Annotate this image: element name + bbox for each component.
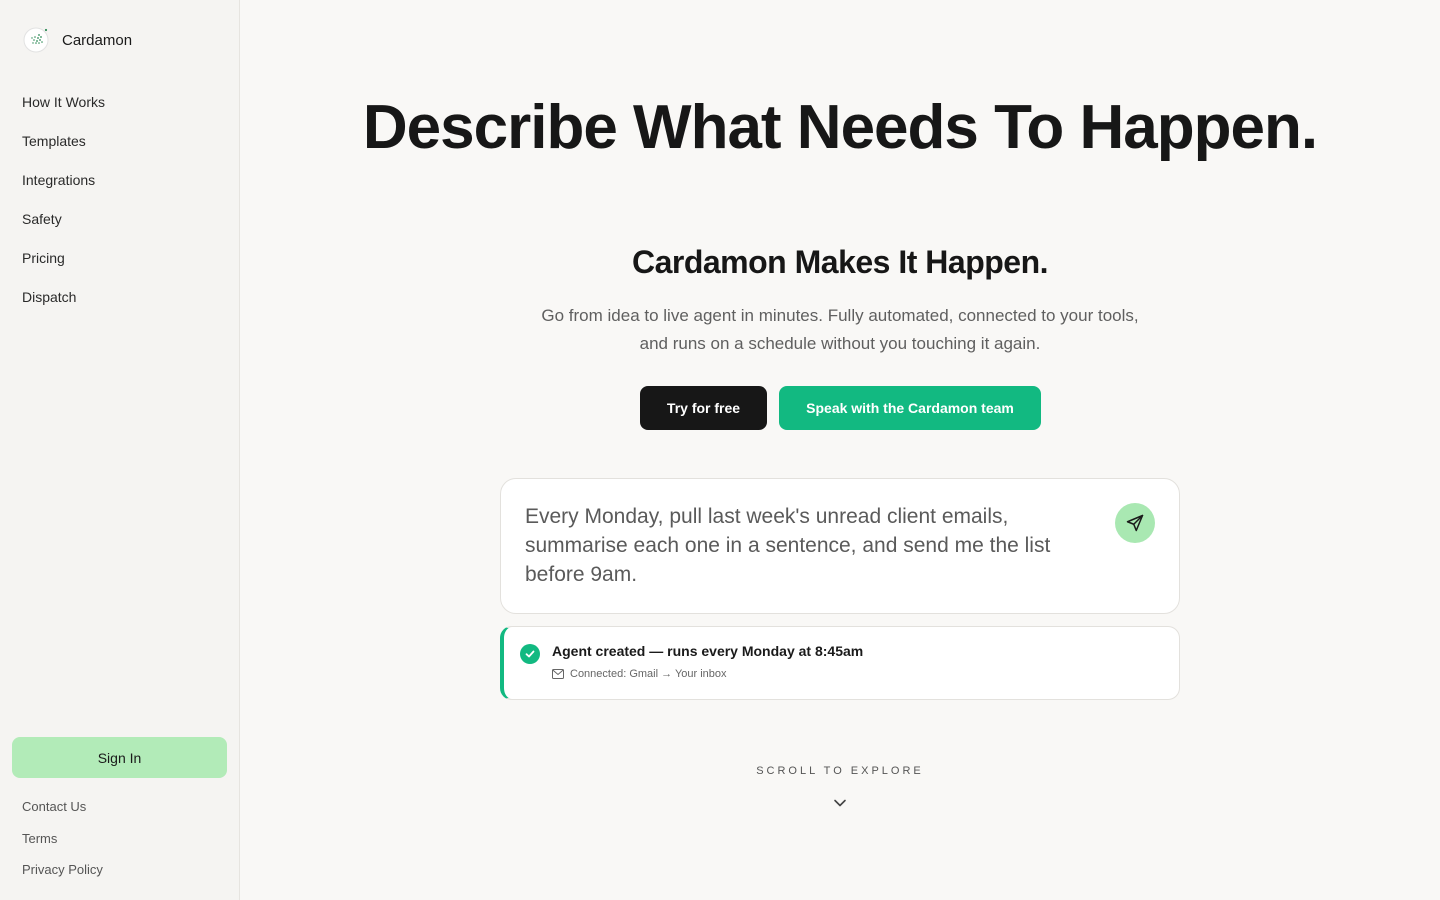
- hero-description: Go from idea to live agent in minutes. F…: [541, 306, 1139, 353]
- sidebar-item-dispatch[interactable]: Dispatch: [22, 285, 105, 324]
- speak-with-team-button[interactable]: Speak with the Cardamon team: [779, 386, 1041, 430]
- main-content: Describe What Needs To Happen. Cardamon …: [240, 0, 1440, 900]
- status-detail: Connected: Gmail → Your inbox: [552, 668, 727, 680]
- hero-subheadline: Cardamon Makes It Happen.: [631, 244, 1049, 280]
- sidebar-item-safety[interactable]: Safety: [22, 207, 105, 246]
- agent-status-card: Agent created — runs every Monday at 8:4…: [500, 626, 1180, 700]
- sidebar-item-templates[interactable]: Templates: [22, 129, 105, 168]
- chevron-down-icon[interactable]: [832, 796, 848, 810]
- send-icon: [1126, 514, 1144, 532]
- brand-name: Cardamon: [62, 31, 133, 49]
- sidebar-item-integrations[interactable]: Integrations: [22, 168, 105, 207]
- contact-us-link[interactable]: Contact Us: [22, 797, 103, 829]
- status-title: Agent created — runs every Monday at 8:4…: [552, 643, 864, 659]
- sidebar: Cardamon How It Works Templates Integrat…: [0, 0, 240, 900]
- send-button[interactable]: [1115, 503, 1155, 543]
- terms-link[interactable]: Terms: [22, 829, 103, 861]
- prompt-text[interactable]: Every Monday, pull last week's unread cl…: [525, 502, 1085, 589]
- prompt-card[interactable]: Every Monday, pull last week's unread cl…: [500, 478, 1180, 614]
- check-circle-icon: [520, 644, 540, 664]
- mail-icon: [552, 669, 564, 679]
- try-for-free-button[interactable]: Try for free: [640, 386, 767, 430]
- sidebar-nav: How It Works Templates Integrations Safe…: [22, 90, 105, 324]
- privacy-policy-link[interactable]: Privacy Policy: [22, 860, 103, 892]
- sidebar-item-how-it-works[interactable]: How It Works: [22, 90, 105, 129]
- dotted-sphere-icon: [23, 27, 49, 53]
- sidebar-item-pricing[interactable]: Pricing: [22, 246, 105, 285]
- sign-in-button[interactable]: Sign In: [12, 737, 227, 778]
- hero-headline: Describe What Needs To Happen.: [362, 93, 1318, 162]
- footer-links: Contact Us Terms Privacy Policy: [22, 797, 103, 892]
- cta-row: Try for free Speak with the Cardamon tea…: [640, 386, 1041, 430]
- brand[interactable]: Cardamon: [22, 26, 132, 54]
- status-detail-text: Connected: Gmail → Your inbox: [570, 668, 727, 680]
- scroll-hint: SCROLL TO EXPLORE: [756, 765, 924, 777]
